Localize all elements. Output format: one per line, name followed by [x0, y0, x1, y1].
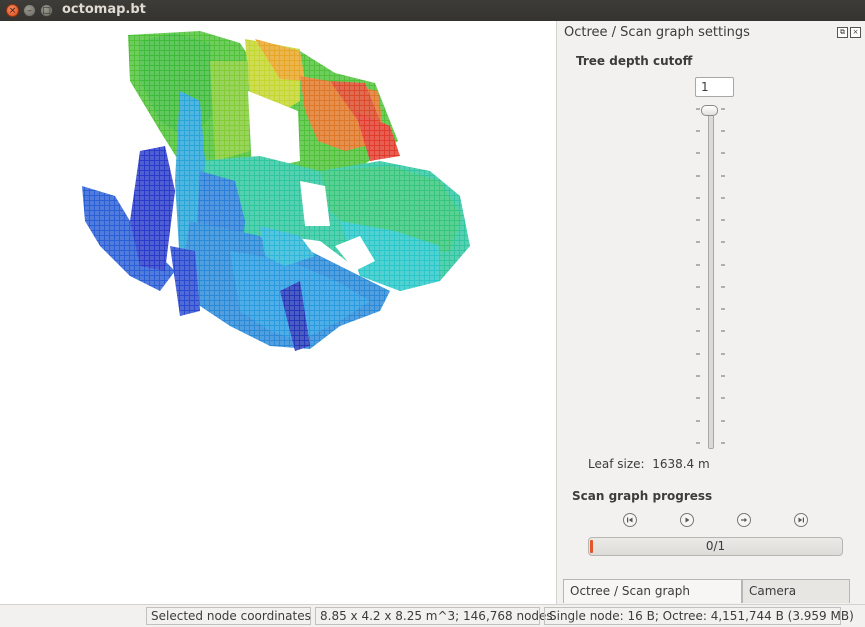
- skip-back-button[interactable]: [623, 513, 637, 527]
- play-icon: [685, 517, 690, 523]
- octree-settings-panel: Octree / Scan graph settings ⧉ × Tree de…: [556, 21, 865, 620]
- scan-progress-label: Scan graph progress: [572, 489, 713, 503]
- skip-back-icon: [627, 517, 633, 523]
- close-window-button[interactable]: ×: [6, 4, 19, 17]
- leaf-size-row: Leaf size: 1638.4 m: [588, 457, 710, 471]
- leaf-size-value: 1638.4 m: [652, 457, 710, 471]
- tab-camera-settings[interactable]: Camera settings: [742, 579, 850, 620]
- leaf-size-label: Leaf size:: [588, 457, 645, 471]
- play-button[interactable]: [680, 513, 694, 527]
- status-selected-node: Selected node coordinates: [146, 607, 311, 625]
- maximize-window-button[interactable]: □: [40, 4, 53, 17]
- tab-octree-settings[interactable]: Octree / Scan graph settings: [563, 579, 742, 620]
- status-memory: Single node: 16 B; Octree: 4,151,744 B (…: [544, 607, 854, 625]
- octomap-render: [80, 31, 480, 361]
- tree-depth-slider[interactable]: [708, 111, 714, 449]
- step-forward-icon: [741, 517, 747, 523]
- window-title: octomap.bt: [62, 2, 146, 17]
- status-bar: Selected node coordinates 8.85 x 4.2 x 8…: [0, 604, 865, 627]
- octomap-3d-viewport[interactable]: [0, 21, 556, 604]
- scan-progress-text: 0/1: [705, 539, 726, 553]
- scan-progress-bar: 0/1: [588, 537, 843, 556]
- skip-forward-button[interactable]: [794, 513, 808, 527]
- tree-depth-slider-handle[interactable]: [701, 105, 718, 116]
- window-titlebar: × – □ octomap.bt: [0, 0, 865, 21]
- skip-forward-icon: [798, 517, 804, 523]
- step-forward-button[interactable]: [737, 513, 751, 527]
- status-dimensions: 8.85 x 4.2 x 8.25 m^3; 146,768 nodes: [315, 607, 553, 625]
- minimize-window-button[interactable]: –: [23, 4, 36, 17]
